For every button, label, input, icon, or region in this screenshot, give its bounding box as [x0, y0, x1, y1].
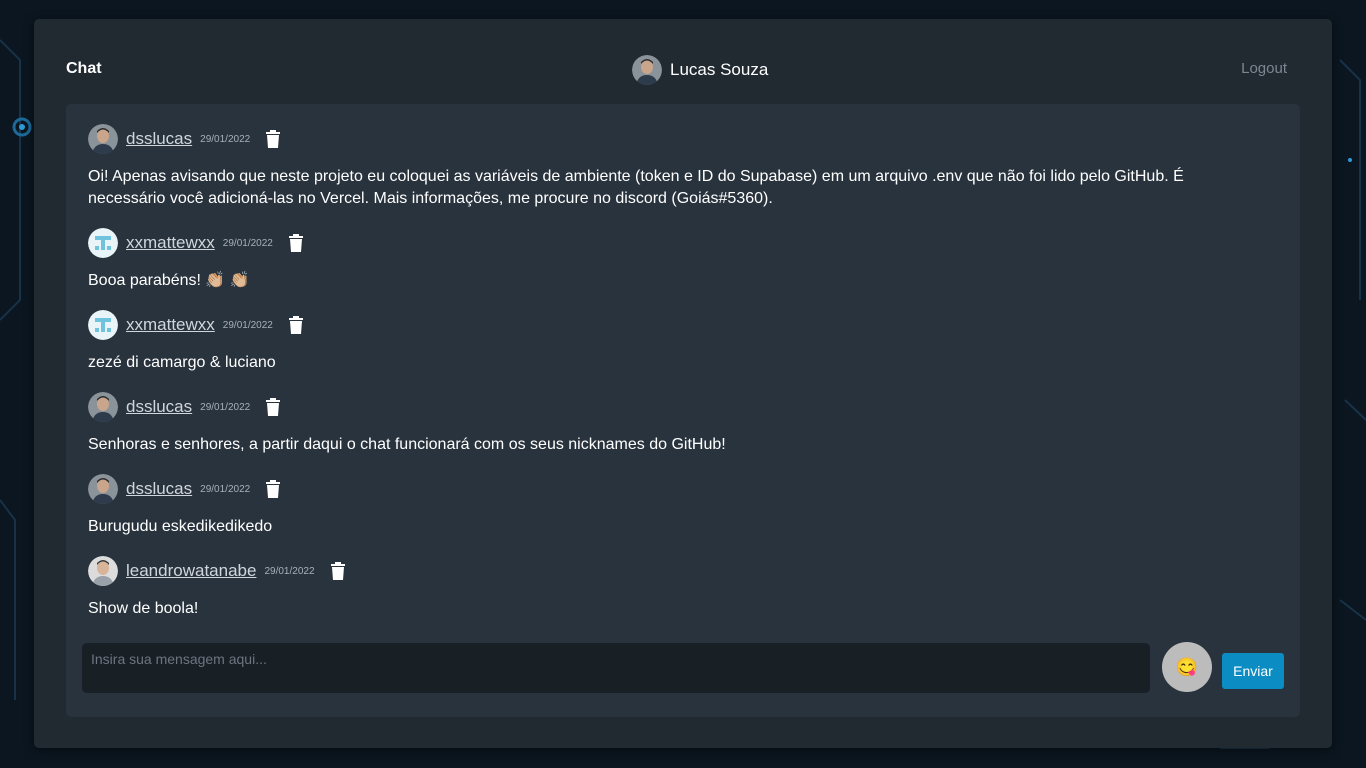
message-date: 29/01/2022 [200, 401, 251, 413]
message-text: Burugudu eskedikedikedo [88, 518, 273, 535]
message-username[interactable]: xxmattewxx [126, 233, 215, 253]
chat-panel: Chat Lucas Souza Logout dsslucas 29/01/2… [34, 19, 1332, 748]
message-text: Senhoras e senhores, a partir daqui o ch… [88, 436, 726, 453]
message-date: 29/01/2022 [200, 133, 251, 145]
trash-icon[interactable] [265, 398, 281, 416]
message-list: dsslucas 29/01/2022 Oi! Apenas avisando … [88, 124, 1260, 620]
avatar [88, 474, 118, 504]
current-user-name: Lucas Souza [670, 60, 769, 79]
avatar [632, 55, 662, 85]
message-date: 29/01/2022 [264, 565, 315, 577]
message-date: 29/01/2022 [222, 319, 273, 331]
avatar [88, 124, 118, 154]
message-input[interactable] [82, 643, 1150, 693]
message-text: zezé di camargo & luciano [88, 354, 276, 371]
message-username[interactable]: dsslucas [126, 397, 192, 417]
message-list-area: dsslucas 29/01/2022 Oi! Apenas avisando … [66, 104, 1300, 717]
emoji-button[interactable]: 😋 [1162, 642, 1212, 692]
avatar [88, 392, 118, 422]
trash-icon[interactable] [265, 480, 281, 498]
message-item: leandrowatanabe 29/01/2022 Show de boola… [88, 556, 1260, 620]
message-item: dsslucas 29/01/2022 Burugudu eskedikedik… [88, 474, 1260, 538]
logout-button[interactable]: Logout [1241, 60, 1287, 77]
chat-header: Chat Lucas Souza Logout [66, 53, 1287, 85]
trash-icon[interactable] [288, 316, 304, 334]
trash-icon[interactable] [288, 234, 304, 252]
trash-icon[interactable] [330, 562, 346, 580]
avatar [88, 228, 118, 258]
message-username[interactable]: dsslucas [126, 129, 192, 149]
message-item: xxmattewxx 29/01/2022 zezé di camargo & … [88, 310, 1260, 374]
message-text: Booa parabéns! 👏🏼 👏🏼 [88, 272, 250, 289]
avatar [88, 556, 118, 586]
send-button[interactable]: Enviar [1222, 653, 1284, 689]
message-date: 29/01/2022 [222, 237, 273, 249]
message-text: Show de boola! [88, 600, 199, 617]
message-text: Oi! Apenas avisando que neste projeto eu… [88, 168, 1184, 207]
message-item: xxmattewxx 29/01/2022 Booa parabéns! 👏🏼 … [88, 228, 1260, 292]
message-date: 29/01/2022 [200, 483, 251, 495]
emoji-icon: 😋 [1175, 656, 1199, 677]
message-username[interactable]: leandrowatanabe [126, 561, 256, 581]
trash-icon[interactable] [265, 130, 281, 148]
current-user: Lucas Souza [632, 55, 768, 85]
message-item: dsslucas 29/01/2022 Oi! Apenas avisando … [88, 124, 1260, 210]
page-title: Chat [66, 60, 102, 77]
message-username[interactable]: dsslucas [126, 479, 192, 499]
message-item: dsslucas 29/01/2022 Senhoras e senhores,… [88, 392, 1260, 456]
message-username[interactable]: xxmattewxx [126, 315, 215, 335]
avatar [88, 310, 118, 340]
